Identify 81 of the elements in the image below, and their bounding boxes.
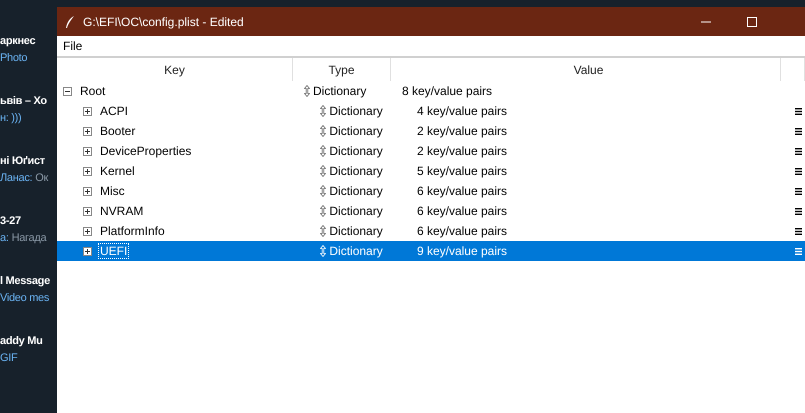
chat-title: ні Юґист: [0, 155, 45, 167]
maximize-icon[interactable]: [746, 16, 758, 28]
chat-title: аркнес: [0, 35, 36, 47]
value-text: 5 key/value pairs: [416, 164, 507, 178]
expand-icon[interactable]: [83, 246, 92, 256]
value-text: 6 key/value pairs: [416, 204, 507, 218]
type-text: Dictionary: [329, 204, 383, 218]
lines-icon[interactable]: [795, 168, 802, 174]
message-preview: Нагада: [12, 232, 46, 244]
value-text: 6 key/value pairs: [416, 184, 507, 198]
window-title: G:\EFI\OC\config.plist - Edited: [83, 14, 244, 28]
chat-title: 3-27: [0, 215, 21, 227]
tree-row[interactable]: UEFI Dictionary 9 key/value pairs: [57, 241, 805, 261]
up-down-arrow-icon[interactable]: [304, 85, 310, 97]
value-text: 9 key/value pairs: [416, 244, 507, 258]
tree-row[interactable]: Kernel Dictionary 5 key/value pairs: [57, 161, 805, 181]
lines-icon[interactable]: [795, 148, 802, 154]
key-text: Kernel: [99, 164, 136, 178]
up-down-arrow-icon[interactable]: [320, 165, 326, 177]
chat-title: addy Mu: [0, 335, 43, 347]
expand-icon[interactable]: [83, 146, 92, 156]
tree-row[interactable]: NVRAM Dictionary 6 key/value pairs: [57, 201, 805, 221]
expand-icon[interactable]: [83, 166, 92, 176]
chat-title: l Message: [0, 275, 50, 287]
up-down-arrow-icon[interactable]: [320, 145, 326, 157]
type-text: Dictionary: [329, 244, 383, 258]
tree-row[interactable]: ACPI Dictionary 4 key/value pairs: [57, 101, 805, 121]
type-text: Dictionary: [313, 84, 366, 98]
menu-item[interactable]: File: [57, 39, 88, 53]
value-text: 8 key/value pairs: [402, 84, 492, 98]
tree-row[interactable]: PlatformInfo Dictionary 6 key/value pairs: [57, 221, 805, 241]
type-text: Dictionary: [329, 144, 383, 158]
type-text: Dictionary: [329, 124, 383, 138]
lines-icon[interactable]: [795, 188, 802, 194]
sender-name: а:: [0, 232, 9, 244]
key-text: DeviceProperties: [99, 144, 192, 158]
expand-icon[interactable]: [83, 206, 92, 216]
tree-row[interactable]: Misc Dictionary 6 key/value pairs: [57, 181, 805, 201]
sender-name: Ланас:: [0, 172, 32, 184]
value-text: 2 key/value pairs: [416, 124, 507, 138]
key-text: Misc: [99, 184, 126, 198]
sender-name: н: ))): [0, 112, 22, 124]
tree-row[interactable]: Booter Dictionary 2 key/value pairs: [57, 121, 805, 141]
media-label: Video mes: [0, 292, 50, 304]
media-label: Photo: [0, 52, 28, 64]
key-text: ACPI: [99, 104, 130, 118]
up-down-arrow-icon[interactable]: [320, 125, 326, 137]
key-text: Booter: [99, 124, 136, 138]
type-text: Dictionary: [329, 224, 383, 238]
quill-icon: [65, 14, 75, 28]
tree-row[interactable]: DeviceProperties Dictionary 2 key/value pairs: [57, 141, 805, 161]
up-down-arrow-icon[interactable]: [320, 105, 326, 117]
column-header[interactable]: Key: [57, 58, 293, 81]
expand-icon[interactable]: [83, 186, 92, 196]
value-text: 2 key/value pairs: [416, 144, 507, 158]
lines-icon[interactable]: [795, 228, 802, 234]
expand-icon[interactable]: [83, 126, 92, 136]
lines-icon[interactable]: [795, 128, 802, 134]
type-text: Dictionary: [329, 164, 383, 178]
key-text: PlatformInfo: [99, 224, 166, 238]
key-text: UEFI: [99, 244, 128, 258]
key-text: NVRAM: [99, 204, 144, 218]
column-header[interactable]: Type: [293, 58, 391, 81]
lines-icon[interactable]: [795, 108, 802, 114]
tree-row[interactable]: Root Dictionary 8 key/value pairs: [57, 81, 805, 101]
value-text: 4 key/value pairs: [416, 104, 507, 118]
up-down-arrow-icon[interactable]: [320, 205, 326, 217]
media-label: GIF: [0, 352, 18, 364]
expand-icon[interactable]: [83, 106, 92, 116]
expand-icon[interactable]: [83, 226, 92, 236]
up-down-arrow-icon[interactable]: [320, 185, 326, 197]
key-text: Root: [79, 84, 106, 98]
type-text: Dictionary: [329, 104, 383, 118]
chat-title: ьвів – Хо: [0, 95, 47, 107]
value-text: 6 key/value pairs: [416, 224, 507, 238]
lines-icon[interactable]: [795, 208, 802, 214]
up-down-arrow-icon[interactable]: [320, 225, 326, 237]
collapse-icon[interactable]: [63, 86, 72, 96]
column-header[interactable]: Value: [391, 58, 781, 81]
type-text: Dictionary: [329, 184, 383, 198]
message-preview: Ок: [35, 172, 48, 184]
